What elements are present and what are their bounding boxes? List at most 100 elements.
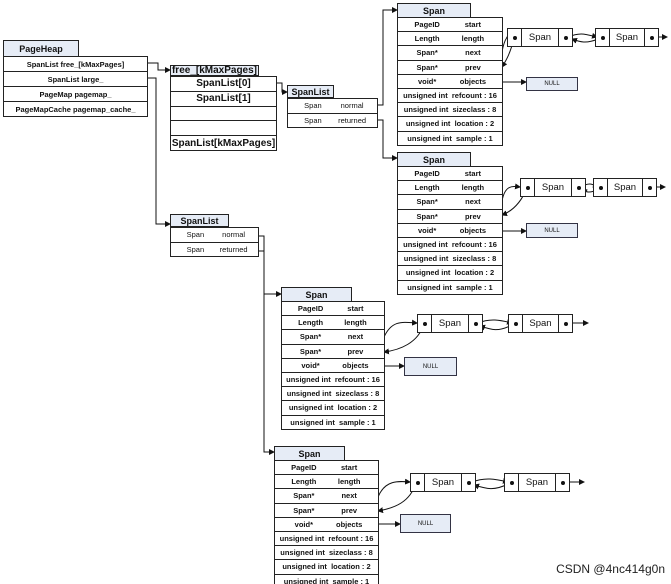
free-array-item: SpanList[kMaxPages] [171,137,276,149]
span-struct-1-title: Span [397,3,471,18]
span-struct-3-row: Length length [282,316,384,331]
field-type: Span* [416,48,438,58]
span-struct-1-row: unsigned int refcount : 16 [398,89,502,104]
span-struct-2-row: void* objects [398,224,502,238]
node-label: Span [528,32,552,43]
field-name: objects [459,76,486,86]
next-pointer-dot [558,29,572,46]
span-struct-1-row: Span* prev [398,61,502,75]
connector-arrow [258,235,282,297]
spanlist-free0: Span normal Span returned [287,98,378,128]
span-struct-2-row: Span* prev [398,210,502,224]
span-struct-3-row: void* objects [282,359,384,373]
prev-pointer-dot [594,179,608,196]
bitfield: unsigned int location : 2 [282,562,371,572]
span-struct-1-row: unsigned int sample : 1 [398,132,502,146]
bitfield: unsigned int sizeclass : 8 [280,548,373,558]
field-name: length [461,183,485,193]
field-name: prev [347,346,364,356]
field-type: PageID [297,304,324,314]
bitfield: unsigned int location : 2 [405,119,495,129]
pointer-arrow [383,319,418,338]
next-pointer-dot [555,474,569,491]
span-struct-4-row: Length length [275,475,378,490]
linked-span-node: Span [520,178,586,197]
field-type: Length [414,183,440,193]
connector-arrow [147,62,171,73]
bitfield: unsigned int sizeclass : 8 [286,389,380,399]
field-name: prev [341,505,358,515]
prev-pointer-dot [418,315,432,332]
prev-pointer-dot [411,474,425,491]
spanlist-large: Span normal Span returned [170,227,259,257]
field-type: PageID [414,20,440,30]
field-name: length [461,34,485,44]
pageheap-fields-row: SpanList free_[kMaxPages] [4,57,147,72]
bitfield: unsigned int sample : 1 [407,133,493,143]
spanlist-free0-row: Span returned [288,114,377,128]
field-name: next [341,491,357,501]
field-type: Span* [416,197,438,207]
span-struct-4-row: PageID start [275,461,378,476]
free-array-row: SpanList[0] [171,77,276,92]
field-type: Length [298,318,324,328]
span-struct-4-row: unsigned int refcount : 16 [275,532,378,547]
span-struct-1-row: Span* next [398,46,502,61]
spanlist-type: Span [304,115,322,125]
field-type: void* [294,519,314,529]
field-name: prev [464,211,481,221]
bitfield: unsigned int refcount : 16 [403,240,497,250]
field-name: prev [464,62,481,72]
span-struct-4-row: unsigned int sizeclass : 8 [275,546,378,561]
free-array-item: SpanList[0] [196,78,251,90]
field-name: next [347,332,364,342]
field-name: start [464,169,481,179]
bitfield: unsigned int sample : 1 [283,576,370,584]
node-label: Span [541,182,565,193]
span-struct-1-row: unsigned int sizeclass : 8 [398,103,502,118]
bitfield: unsigned int sizeclass : 8 [403,254,497,264]
next-pointer-dot [644,29,658,46]
node-label: Span [529,318,552,329]
next-pointer-dot [642,179,656,196]
pageheap-field: SpanList free_[kMaxPages] [26,59,125,69]
connector-arrow [377,119,398,161]
field-name: next [465,197,481,207]
node-label: Span [431,477,455,488]
pageheap-fields-row: SpanList large_ [4,72,147,87]
pageheap-fields: SpanList free_[kMaxPages] SpanList large_… [3,56,148,117]
free-array-title: free_[kMaxPages] [170,65,259,76]
spanlist-free0-title: SpanList [287,85,334,98]
node-label: Span [438,318,462,329]
pageheap-field: PageMap pagemap_ [39,89,112,99]
spanlist-member: normal [222,230,246,240]
bitfield: unsigned int sizeclass : 8 [403,105,497,115]
span-struct-4-row: Span* next [275,489,378,504]
pageheap-title: PageHeap [3,40,79,57]
spanlist-member: returned [219,244,248,254]
spanlist-large-row: Span normal [171,228,258,243]
bitfield: unsigned int refcount : 16 [279,534,374,544]
pageheap-field: PageMapCache pagemap_cache_ [15,104,136,114]
next-pointer-dot [571,179,585,196]
span-struct-3-row: unsigned int refcount : 16 [282,373,384,388]
next-pointer-dot [468,315,482,332]
span-struct-2-row: PageID start [398,167,502,182]
spanlist-member: normal [340,101,364,111]
pointer-arrow [471,477,509,484]
span-struct-2-title: Span [397,152,471,167]
span-struct-4-row: void* objects [275,518,378,532]
prev-pointer-dot [505,474,519,491]
linked-span-node: Span [595,28,659,47]
span-struct-1-row: Length length [398,32,502,47]
connector-arrow [258,250,275,455]
pointer-arrow [377,478,411,498]
field-name: start [464,20,481,30]
pageheap-fields-row: PageMap pagemap_ [4,87,147,102]
pageheap-fields-row: PageMapCache pagemap_cache_ [4,102,147,117]
node-label: Span [615,32,639,43]
span-struct-4-row: unsigned int sample : 1 [275,575,378,584]
field-type: Span* [293,505,315,515]
free-array-row [171,121,276,137]
span-struct-3-row: unsigned int sample : 1 [282,416,384,430]
